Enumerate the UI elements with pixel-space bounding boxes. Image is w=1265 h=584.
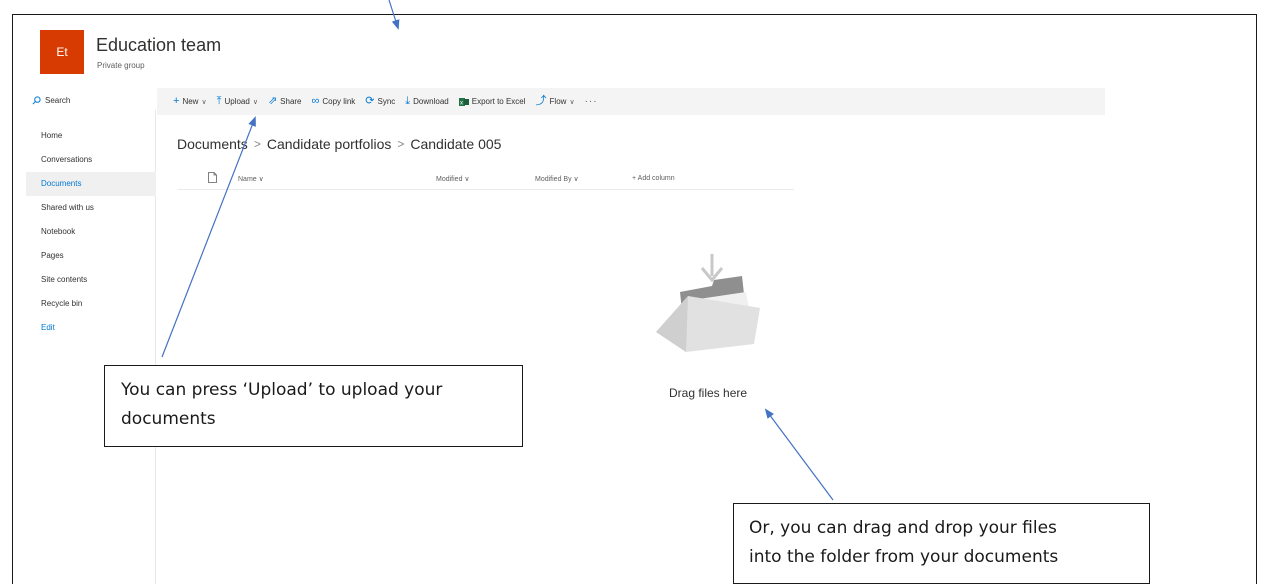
callout-text-line: Or, you can drag and drop your files (749, 518, 1057, 538)
sidebar-search[interactable]: Search (32, 96, 70, 105)
flow-label: Flow (549, 97, 567, 106)
sidebar-item-conversations[interactable]: Conversations (26, 148, 156, 172)
sync-label: Sync (377, 97, 396, 106)
upload-button[interactable]: ⤒ Upload ∨ (217, 96, 258, 107)
group-logo-text: Et (56, 45, 68, 59)
sidebar-item-home[interactable]: Home (26, 124, 156, 148)
drag-files-here-text: Drag files here (669, 386, 748, 400)
file-type-icon (208, 172, 217, 183)
chevron-down-icon: ∨ (252, 98, 258, 106)
share-icon: ⇗ (267, 95, 278, 107)
upload-label: Upload (224, 97, 250, 106)
search-label: Search (45, 96, 71, 105)
chevron-down-icon: ∨ (201, 98, 207, 106)
flow-button[interactable]: ⤴ Flow ∨ (536, 96, 575, 107)
breadcrumb-separator: > (397, 137, 405, 151)
add-column-button[interactable]: + Add column (632, 175, 675, 182)
column-modified[interactable]: Modified ∨ (436, 175, 470, 183)
svg-text:x: x (460, 100, 463, 106)
share-button[interactable]: ⇗ Share (268, 96, 302, 107)
sidebar-item-site-contents[interactable]: Site contents (26, 268, 156, 292)
breadcrumb-documents[interactable]: Documents (177, 136, 248, 152)
group-title[interactable]: Education team (96, 35, 221, 56)
sync-button[interactable]: ⟳ Sync (365, 96, 395, 107)
breadcrumb: Documents > Candidate portfolios > Candi… (177, 136, 501, 152)
chevron-down-icon: ∨ (569, 98, 575, 106)
upload-instruction-callout: You can press ‘Upload’ to upload your do… (104, 365, 523, 447)
sidebar-item-notebook[interactable]: Notebook (26, 220, 156, 244)
copy-link-label: Copy link (322, 97, 356, 106)
upload-icon: ⤒ (216, 95, 222, 107)
link-icon: ∞ (311, 95, 320, 107)
download-icon: ⤓ (405, 95, 411, 107)
folder-drop-illustration (656, 254, 760, 352)
download-label: Download (413, 97, 449, 106)
export-to-excel-button[interactable]: x Export to Excel (458, 97, 526, 107)
sidebar-item-documents[interactable]: Documents (26, 172, 156, 196)
download-button[interactable]: ⤓ Download (405, 96, 448, 107)
excel-icon: x (458, 97, 469, 106)
breadcrumb-candidate-005[interactable]: Candidate 005 (410, 136, 501, 152)
callout-text-line: into the folder from your documents (749, 547, 1059, 567)
export-label: Export to Excel (471, 97, 526, 106)
breadcrumb-candidate-portfolios[interactable]: Candidate portfolios (267, 136, 392, 152)
callout-text-line: documents (121, 409, 216, 429)
sidebar-edit-link[interactable]: Edit (26, 316, 156, 340)
sidebar-item-shared-with-us[interactable]: Shared with us (26, 196, 156, 220)
callout-text-line: You can press ‘Upload’ to upload your (121, 380, 443, 400)
group-privacy-label: Private group (97, 61, 145, 70)
column-modified-by[interactable]: Modified By ∨ (535, 175, 579, 183)
share-label: Share (280, 97, 302, 106)
new-label: New (182, 97, 199, 106)
copy-link-button[interactable]: ∞ Copy link (312, 96, 356, 107)
breadcrumb-separator: > (253, 137, 261, 151)
command-bar: + New ∨ ⤒ Upload ∨ ⇗ Share ∞ Copy link ⟳… (157, 88, 1105, 115)
column-name[interactable]: Name ∨ (238, 175, 264, 183)
sidebar-item-pages[interactable]: Pages (26, 244, 156, 268)
more-options-button[interactable]: ··· (585, 96, 598, 107)
document-list-header: Name ∨ Modified ∨ Modified By ∨ + Add co… (178, 168, 794, 190)
plus-icon: + (173, 95, 180, 107)
drag-drop-instruction-callout: Or, you can drag and drop your files int… (733, 503, 1150, 584)
sidebar-nav: Home Conversations Documents Shared with… (26, 124, 156, 340)
flow-icon: ⤴ (535, 95, 547, 107)
sidebar-item-recycle-bin[interactable]: Recycle bin (26, 292, 156, 316)
group-logo[interactable]: Et (40, 30, 84, 74)
sync-icon: ⟳ (365, 95, 375, 107)
search-icon (32, 96, 41, 105)
new-button[interactable]: + New ∨ (173, 96, 207, 107)
